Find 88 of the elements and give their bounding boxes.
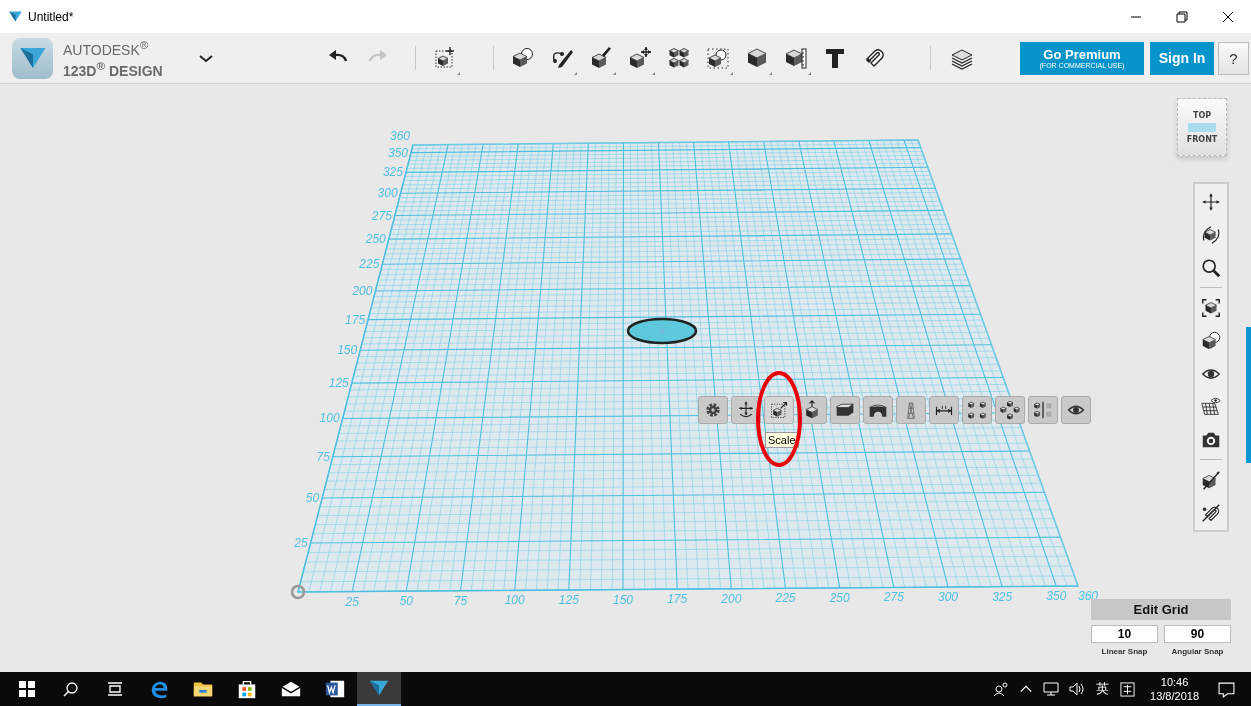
axis-label: 25: [345, 594, 359, 609]
object-tool-button[interactable]: [830, 396, 860, 424]
axis-label: 200: [352, 283, 373, 298]
frame-cube-icon: [1200, 296, 1222, 319]
axis-label: 325: [382, 165, 403, 180]
object-tool-button[interactable]: [698, 396, 728, 424]
windows-logo-icon: [19, 681, 35, 697]
axis-label: 175: [345, 312, 366, 327]
axis-label: 50: [305, 491, 320, 506]
axis-label: 250: [829, 590, 850, 605]
cube-arrows-icon: [627, 46, 652, 70]
object-tool-button[interactable]: [1061, 396, 1091, 424]
object-tool-button[interactable]: [962, 396, 992, 424]
brand-product: 123D$^{®}$ DESIGN: [63, 58, 163, 79]
speaker-icon[interactable]: [1069, 681, 1086, 697]
axis-label: 250: [365, 232, 386, 247]
axis-label: 360: [389, 129, 410, 143]
brand-company: AUTODESK$^{®}$: [63, 37, 150, 58]
notification-icon[interactable]: [1218, 680, 1235, 698]
cube-ruler-icon: [783, 46, 808, 70]
four-dots-pattern-icon: [967, 400, 987, 420]
axis-label: 75: [453, 593, 468, 608]
orbit-cube-icon: [1200, 223, 1222, 246]
field-label: Angular Snap: [1171, 647, 1224, 656]
object-tool-button[interactable]: [863, 396, 893, 424]
axis-label: 75: [316, 449, 330, 464]
restore-icon: [1176, 10, 1188, 23]
scale-cube-icon: [769, 400, 789, 420]
axis-label: 350: [388, 145, 409, 160]
close-icon: [1222, 10, 1234, 23]
axis-label: 300: [938, 590, 958, 604]
axis-label: 275: [371, 208, 392, 223]
cube-move-icon: [432, 46, 457, 70]
axis-label: 200: [721, 591, 742, 606]
axis-label: 350: [1046, 589, 1067, 604]
grid-eye-icon: [1200, 395, 1222, 418]
axis-label: 325: [992, 589, 1013, 604]
object-tool-button[interactable]: [929, 396, 959, 424]
axis-label: 125: [328, 376, 349, 391]
input-language[interactable]: 英: [1096, 680, 1110, 698]
axis-label: 150: [613, 592, 633, 607]
search-icon: [1200, 256, 1222, 279]
object-tool-button[interactable]: [995, 396, 1025, 424]
cube-sphere-icon: [510, 46, 535, 70]
axis-label: 100: [504, 593, 525, 608]
input-method-icon[interactable]: [1120, 681, 1136, 697]
app-logo-icon: [12, 37, 53, 79]
move-arrows-icon: [736, 400, 756, 420]
people-icon[interactable]: [993, 681, 1010, 697]
circle-dots-pattern-icon: [1000, 400, 1020, 420]
linear-snap-field[interactable]: 10: [1091, 625, 1158, 643]
window-title: Untitled*: [28, 9, 74, 24]
document-w-icon: [324, 678, 346, 700]
tooltip: Scale: [765, 432, 799, 448]
edit-grid-button[interactable]: Edit Grid: [1091, 599, 1231, 620]
axis-label: 50: [399, 594, 413, 609]
object-tool-button[interactable]: [1028, 396, 1058, 424]
help-button[interactable]: ?: [1218, 41, 1249, 75]
task-view-icon: [107, 681, 123, 697]
axis-label: 175: [667, 592, 688, 607]
axis-label: 225: [359, 257, 380, 272]
mirror-cubes-icon: [1033, 400, 1053, 420]
cube-sphere-icon: [1200, 329, 1222, 352]
shopping-bag-icon: [236, 678, 258, 700]
axis-label: 150: [337, 343, 358, 358]
chevron-down-icon: [198, 54, 213, 63]
clock-time[interactable]: 10:46: [1160, 675, 1189, 689]
field-label: Linear Snap: [1101, 647, 1148, 656]
view-cube-face[interactable]: FRONT: [1186, 134, 1218, 144]
axis-label: 275: [883, 590, 904, 605]
axis-label: 225: [775, 591, 796, 606]
clock-date[interactable]: 13/8/2018: [1150, 689, 1199, 703]
axis-label: 25: [294, 536, 308, 550]
axis-label: 125: [558, 592, 579, 607]
cube-slash-icon: [1200, 468, 1222, 491]
ellipse-shape[interactable]: [626, 317, 698, 345]
grouped-shapes-icon: [705, 46, 730, 70]
axis-label: 300: [377, 186, 398, 201]
view-cube-face[interactable]: TOP: [1192, 110, 1212, 120]
axis-label: 100: [319, 411, 340, 426]
object-tool-button[interactable]: [764, 396, 794, 424]
four-cubes-icon: [666, 46, 691, 70]
app-logo-icon: [8, 9, 23, 24]
search-icon: [63, 681, 79, 697]
origin-marker-icon: [290, 584, 306, 600]
angular-snap-field[interactable]: 90: [1164, 625, 1231, 643]
network-icon[interactable]: [1043, 681, 1060, 697]
view-cube[interactable]: TOP FRONT: [1177, 98, 1227, 156]
